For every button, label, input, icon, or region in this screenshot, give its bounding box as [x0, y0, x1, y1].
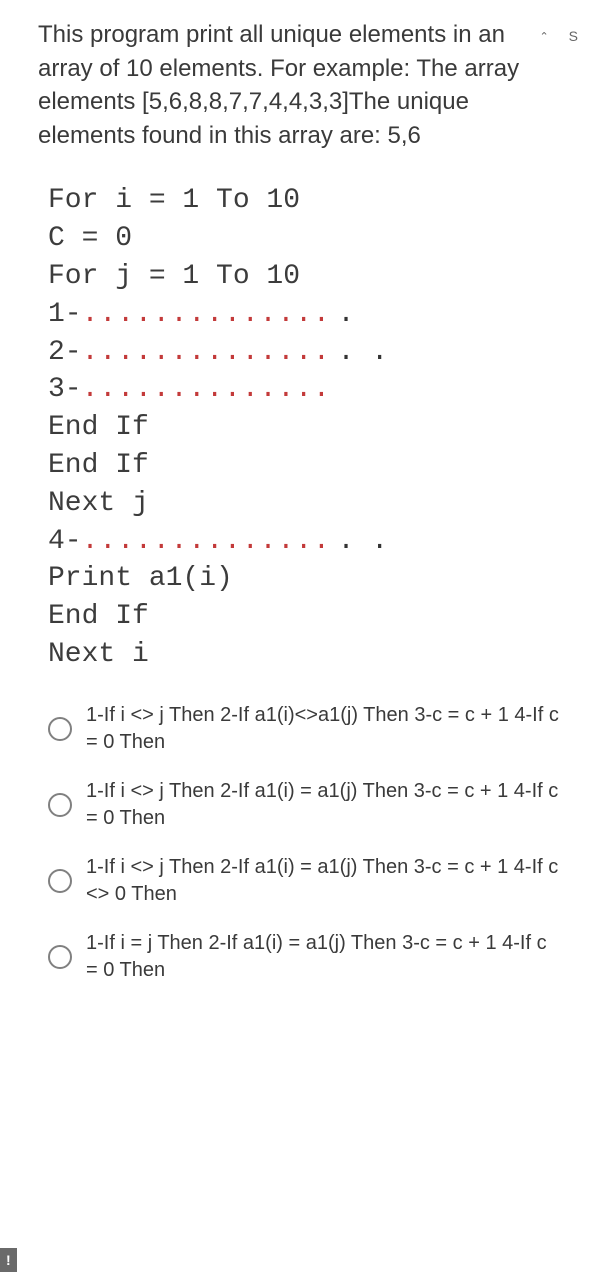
- code-line: Next j: [48, 485, 560, 523]
- radio-icon[interactable]: [48, 869, 72, 893]
- blank-suffix: . .: [338, 334, 388, 372]
- radio-icon[interactable]: [48, 945, 72, 969]
- code-line: End If: [48, 598, 560, 636]
- radio-icon[interactable]: [48, 793, 72, 817]
- blank-dots: ............................: [82, 296, 332, 334]
- code-line: Print a1(i): [48, 560, 560, 598]
- code-line: For j = 1 To 10: [48, 258, 560, 296]
- option-text: 1-If i = j Then 2-If a1(i) = a1(j) Then …: [86, 930, 560, 984]
- blank-line-2: 2- ........................... . .: [48, 334, 560, 372]
- main-container: This program print all unique elements i…: [0, 0, 598, 984]
- blank-line-3: 3- .............................: [48, 371, 560, 409]
- option-text: 1-If i <> j Then 2-If a1(i)<>a1(j) Then …: [86, 702, 560, 756]
- code-line: For i = 1 To 10: [48, 182, 560, 220]
- blank-suffix: .: [338, 296, 355, 334]
- code-block: For i = 1 To 10 C = 0 For j = 1 To 10 1-…: [38, 182, 560, 673]
- alert-badge: !: [0, 1248, 17, 1272]
- code-line: End If: [48, 447, 560, 485]
- blank-dots: .............................: [82, 371, 332, 409]
- code-line: Next i: [48, 636, 560, 674]
- blank-line-1: 1- ............................ .: [48, 296, 560, 334]
- option-row[interactable]: 1-If i = j Then 2-If a1(i) = a1(j) Then …: [48, 930, 560, 984]
- top-right-controls: ⌃ S: [539, 28, 578, 44]
- option-text: 1-If i <> j Then 2-If a1(i) = a1(j) Then…: [86, 854, 560, 908]
- radio-icon[interactable]: [48, 717, 72, 741]
- blank-prefix: 1-: [48, 296, 82, 334]
- blank-line-4: 4- .......................... . .: [48, 523, 560, 561]
- s-indicator: S: [569, 28, 578, 44]
- options-list: 1-If i <> j Then 2-If a1(i)<>a1(j) Then …: [38, 702, 560, 984]
- code-line: End If: [48, 409, 560, 447]
- option-row[interactable]: 1-If i <> j Then 2-If a1(i) = a1(j) Then…: [48, 778, 560, 832]
- blank-prefix: 4-: [48, 523, 82, 561]
- chevron-up-icon: ⌃: [539, 30, 548, 43]
- blank-suffix: . .: [338, 523, 388, 561]
- blank-dots: ..........................: [82, 523, 332, 561]
- option-row[interactable]: 1-If i <> j Then 2-If a1(i) = a1(j) Then…: [48, 854, 560, 908]
- blank-prefix: 3-: [48, 371, 82, 409]
- blank-prefix: 2-: [48, 334, 82, 372]
- code-line: C = 0: [48, 220, 560, 258]
- option-text: 1-If i <> j Then 2-If a1(i) = a1(j) Then…: [86, 778, 560, 832]
- option-row[interactable]: 1-If i <> j Then 2-If a1(i)<>a1(j) Then …: [48, 702, 560, 756]
- question-text: This program print all unique elements i…: [38, 18, 560, 152]
- blank-dots: ...........................: [82, 334, 332, 372]
